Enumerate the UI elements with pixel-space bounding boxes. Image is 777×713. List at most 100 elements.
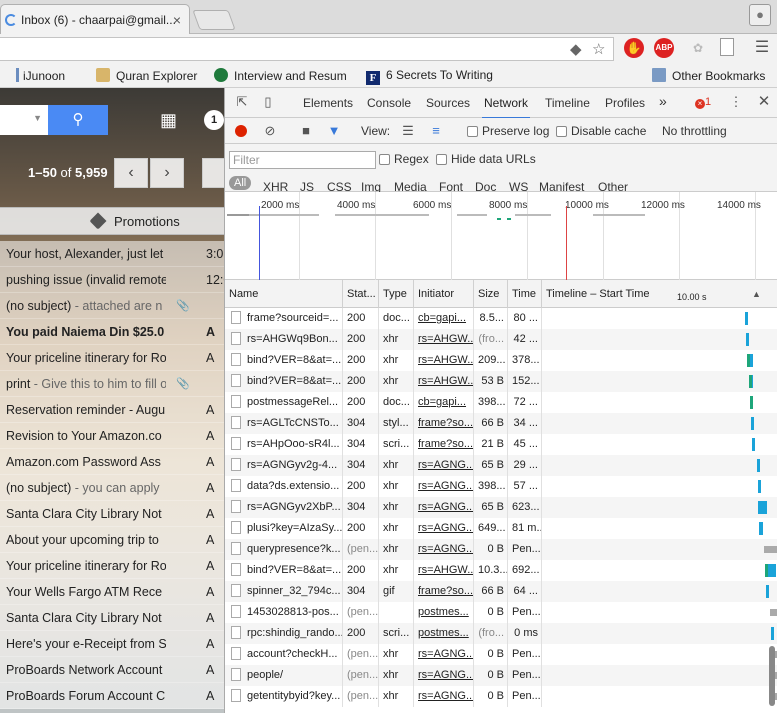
col-name[interactable]: Name — [225, 280, 343, 308]
error-counter[interactable]: × 1 — [695, 96, 711, 109]
request-initiator[interactable]: frame?so... — [414, 581, 474, 602]
disable-cache-checkbox[interactable]: Disable cache — [556, 124, 646, 138]
search-options-icon[interactable]: ▼ — [33, 113, 42, 123]
tab-profiles[interactable]: Profiles — [605, 96, 645, 110]
request-row[interactable]: postmessageRel... 200 doc... cb=gapi... 398.… — [225, 392, 777, 413]
request-initiator[interactable]: rs=AHGW... — [414, 329, 474, 350]
request-initiator[interactable]: cb=gapi... — [414, 308, 474, 329]
apps-grid-icon[interactable]: ▦ — [160, 110, 177, 131]
request-row[interactable]: account?checkH... (pen... xhr rs=AGNG... 0 B… — [225, 644, 777, 665]
tab-network[interactable]: Network — [481, 96, 531, 119]
request-row[interactable]: rs=AGNGyv2XbP... 304 xhr rs=AGNG... 65 B 623.… — [225, 497, 777, 518]
request-initiator[interactable]: rs=AGNG... — [414, 665, 474, 686]
hide-data-urls-checkbox[interactable]: Hide data URLs — [436, 152, 536, 166]
request-initiator[interactable]: frame?so... — [414, 434, 474, 455]
email-row[interactable]: Your host, Alexander, just let 3:0 — [0, 241, 224, 267]
col-status[interactable]: Stat... — [343, 280, 379, 308]
email-row[interactable]: ProBoards Forum Account C A — [0, 683, 224, 709]
request-row[interactable]: rs=AHpOoo-sR4l... 304 scri... frame?so... 21… — [225, 434, 777, 455]
email-row[interactable]: pushing issue (invalid remote 12:0 — [0, 267, 224, 293]
throttling-select[interactable]: No throttling — [662, 124, 727, 138]
request-initiator[interactable]: rs=AGNG... — [414, 518, 474, 539]
bookmark-6-secrets[interactable]: F 6 Secrets To Writing — [366, 68, 493, 85]
request-row[interactable]: querypresence?k... (pen... xhr rs=AGNG... 0 … — [225, 539, 777, 560]
email-row[interactable]: You paid Naiema Din $25.0 A — [0, 319, 224, 345]
request-initiator[interactable]: postmes... — [414, 602, 474, 623]
col-time[interactable]: Time — [508, 280, 542, 308]
email-row[interactable]: Your priceline itinerary for Ro A — [0, 345, 224, 371]
older-button[interactable]: › — [150, 158, 184, 188]
scrollbar-thumb[interactable] — [769, 646, 775, 706]
tab-sources[interactable]: Sources — [426, 96, 470, 110]
waterfall-view-icon[interactable]: ≡ — [427, 122, 445, 140]
request-row[interactable]: frame?sourceid=... 200 doc... cb=gapi... 8.5… — [225, 308, 777, 329]
promotions-tab[interactable]: Promotions — [0, 207, 224, 235]
request-row[interactable]: rs=AHGWq9Bon... 200 xhr rs=AHGW... (fro... 42… — [225, 329, 777, 350]
translate-icon[interactable]: ◆ — [570, 40, 582, 58]
email-row[interactable]: Santa Clara City Library Not A — [0, 605, 224, 631]
browser-tab-inbox[interactable]: Inbox (6) - chaarpai@gmail... × — [0, 4, 190, 34]
request-initiator[interactable]: rs=AHGW... — [414, 350, 474, 371]
email-row[interactable]: Reservation reminder - Augu A — [0, 397, 224, 423]
profile-icon[interactable]: ● — [749, 4, 771, 26]
email-row[interactable]: Your Wells Fargo ATM Rece A — [0, 579, 224, 605]
col-type[interactable]: Type — [379, 280, 414, 308]
col-timeline[interactable]: Timeline – Start Time 10.00 s ▲ — [542, 280, 777, 308]
request-row[interactable]: bind?VER=8&at=... 200 xhr rs=AHGW... 209... 3… — [225, 350, 777, 371]
bookmark-ijunoon[interactable]: iJunoon — [16, 68, 65, 83]
gmail-search-button[interactable]: ⚲ — [48, 105, 108, 135]
newer-button[interactable]: ‹ — [114, 158, 148, 188]
request-initiator[interactable]: rs=AGNG... — [414, 686, 474, 707]
adblock-icon[interactable]: ABP — [654, 38, 674, 58]
regex-checkbox[interactable]: Regex — [379, 152, 429, 166]
more-tabs-icon[interactable]: » — [659, 93, 667, 109]
request-initiator[interactable]: postmes... — [414, 623, 474, 644]
request-row[interactable]: rs=AGLTcCNSTo... 304 styl... frame?so... 66 … — [225, 413, 777, 434]
request-row[interactable]: rpc:shindig_rando... 200 scri... postmes...… — [225, 623, 777, 644]
request-row[interactable]: 1453028813-pos... (pen... postmes... 0 B Pen… — [225, 602, 777, 623]
other-bookmarks[interactable]: Other Bookmarks — [652, 68, 765, 83]
request-row[interactable]: bind?VER=8&at=... 200 xhr rs=AHGW... 10.3...… — [225, 560, 777, 581]
device-mode-icon[interactable]: ▯ — [259, 93, 277, 111]
email-row[interactable]: Santa Clara City Library Not A — [0, 501, 224, 527]
col-size[interactable]: Size — [474, 280, 508, 308]
extension-icon[interactable]: ✿ — [688, 38, 708, 58]
request-initiator[interactable]: cb=gapi... — [414, 392, 474, 413]
shield-extension-icon[interactable]: ✋ — [624, 38, 644, 58]
request-row[interactable]: people/ (pen... xhr rs=AGNG... 0 B Pen... — [225, 665, 777, 686]
bookmark-quran-explorer[interactable]: Quran Explorer — [96, 68, 197, 83]
request-row[interactable]: getentitybyid?key... (pen... xhr rs=AGNG...… — [225, 686, 777, 707]
record-button[interactable] — [235, 125, 247, 137]
col-initiator[interactable]: Initiator — [414, 280, 474, 308]
devtools-menu-icon[interactable]: ⋮ — [727, 93, 745, 111]
gmail-search-input[interactable]: ▼ — [0, 105, 48, 135]
request-initiator[interactable]: rs=AHGW... — [414, 560, 474, 581]
filter-input[interactable]: Filter — [229, 151, 376, 169]
request-initiator[interactable]: rs=AHGW... — [414, 371, 474, 392]
tab-close-icon[interactable]: × — [173, 12, 181, 28]
preserve-log-checkbox[interactable]: Preserve log — [467, 124, 549, 138]
request-row[interactable]: rs=AGNGyv2g-4... 304 xhr rs=AGNG... 65 B 29 .… — [225, 455, 777, 476]
new-tab-button[interactable] — [192, 10, 236, 30]
email-row[interactable]: Amazon.com Password Ass A — [0, 449, 224, 475]
sort-up-icon[interactable]: ▲ — [752, 280, 761, 308]
bookmark-interview[interactable]: Interview and Resum — [214, 68, 348, 83]
request-initiator[interactable]: rs=AGNG... — [414, 455, 474, 476]
tab-timeline[interactable]: Timeline — [545, 96, 590, 110]
address-bar[interactable]: ◆ ☆ — [0, 37, 614, 61]
request-initiator[interactable]: rs=AGNG... — [414, 539, 474, 560]
email-row[interactable]: (no subject) - you can apply A — [0, 475, 224, 501]
settings-button[interactable] — [202, 158, 224, 188]
email-row[interactable]: Revision to Your Amazon.co A — [0, 423, 224, 449]
notification-badge[interactable]: 1 — [204, 110, 224, 130]
request-initiator[interactable]: rs=AGNG... — [414, 476, 474, 497]
page-extension-icon[interactable] — [720, 38, 734, 56]
request-initiator[interactable]: frame?so... — [414, 413, 474, 434]
request-initiator[interactable]: rs=AGNG... — [414, 644, 474, 665]
camera-icon[interactable]: ■ — [297, 122, 315, 140]
inspect-element-icon[interactable]: ⇱ — [233, 93, 251, 111]
tab-console[interactable]: Console — [367, 96, 411, 110]
tab-elements[interactable]: Elements — [303, 96, 353, 110]
email-row[interactable]: (no subject) - attached are n 📎 — [0, 293, 224, 319]
filter-icon[interactable]: ▼ — [325, 122, 343, 140]
